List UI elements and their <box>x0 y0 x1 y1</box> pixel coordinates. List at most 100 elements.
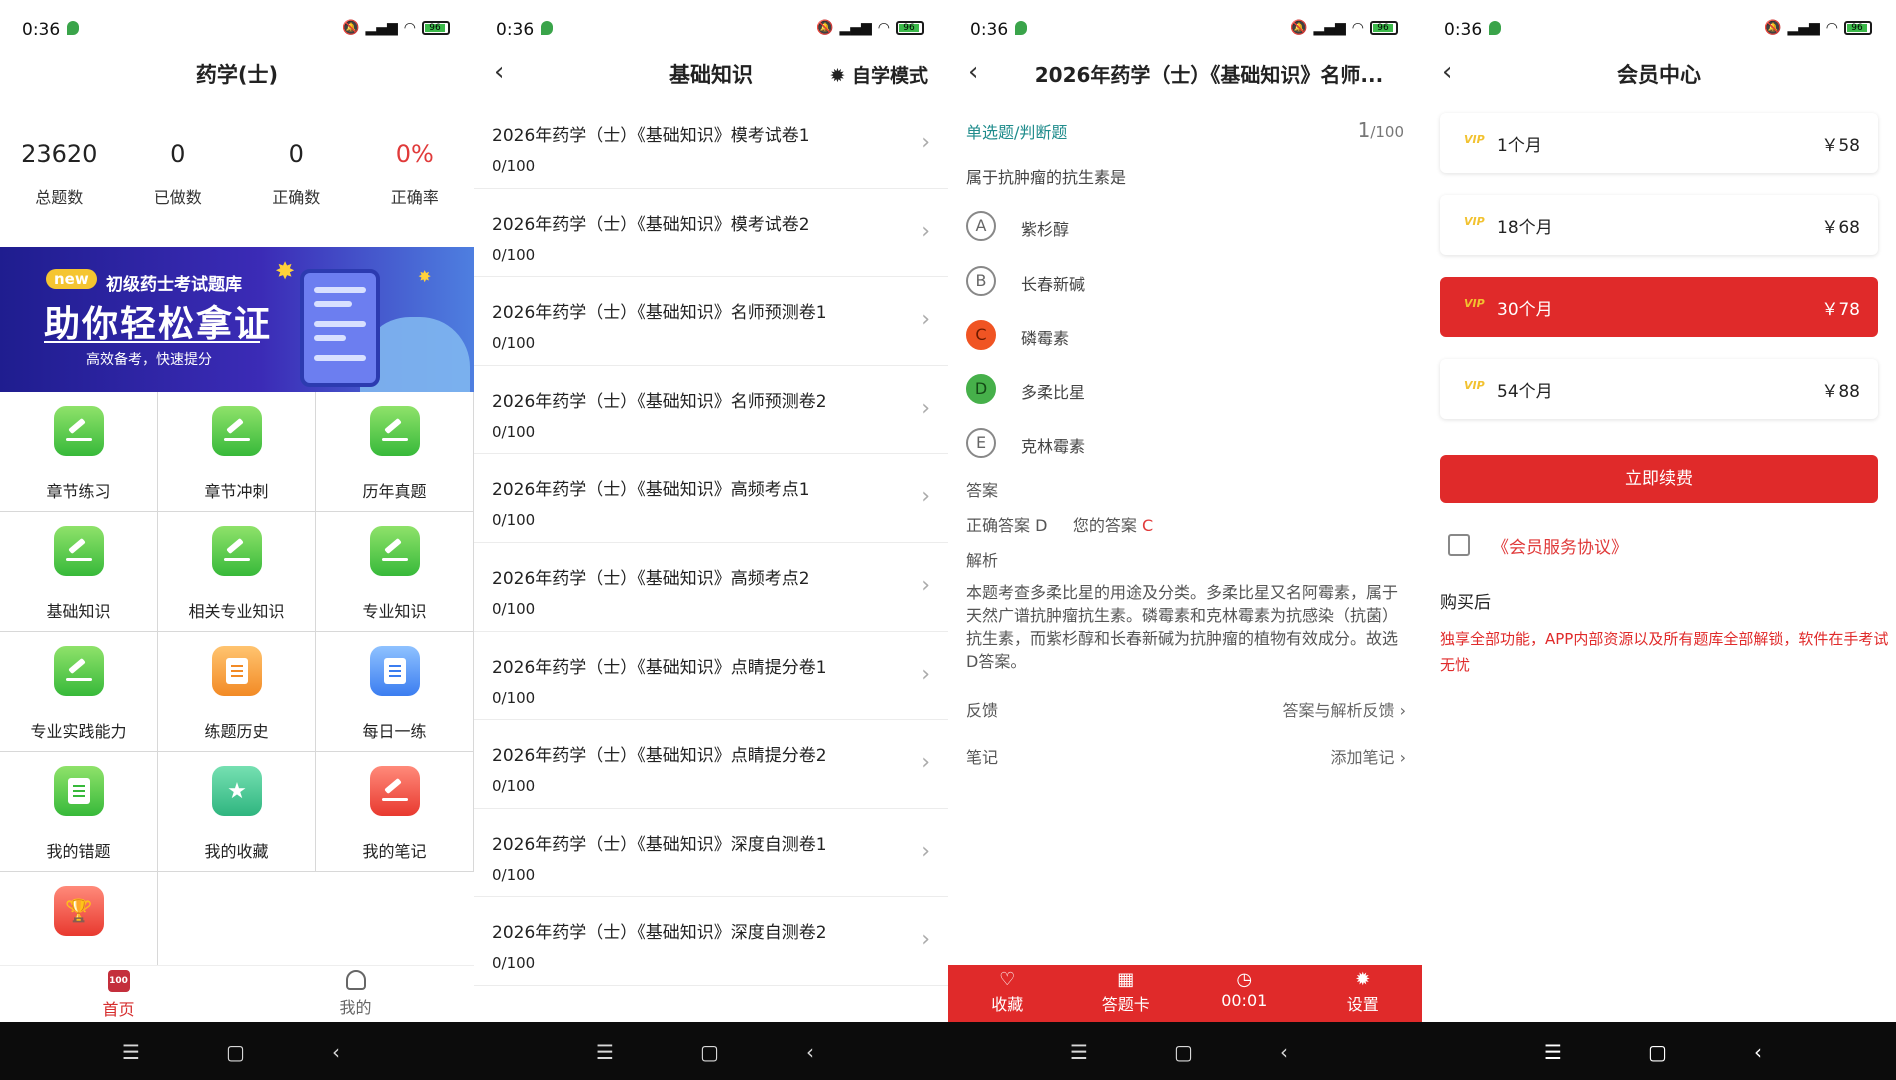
analysis-text: 本题考查多柔比星的用途及分类。多柔比星又名阿霉素，属于天然广谱抗肿瘤抗生素。磷霉… <box>966 583 1399 671</box>
tab-mine[interactable]: 我的 <box>237 970 474 1018</box>
status-time: 0:36 <box>22 20 61 40</box>
grid-item-chapter-sprint[interactable]: 章节冲刺 <box>158 392 316 512</box>
back-icon[interactable]: ‹ <box>1280 1040 1288 1064</box>
heart-icon: ♡ <box>999 969 1016 990</box>
back-icon[interactable]: ‹ <box>806 1040 814 1064</box>
stat-label: 正确率 <box>390 188 439 207</box>
grid-item-notes[interactable]: 我的笔记 <box>316 752 474 872</box>
page-title: 会员中心 <box>1617 63 1701 87</box>
question-type: 单选题/判断题 <box>966 123 1068 142</box>
grid-item-related-knowledge[interactable]: 相关专业知识 <box>158 512 316 632</box>
app-notification-icon <box>1015 21 1027 35</box>
app-notification-icon <box>541 21 553 35</box>
grid-item-label: 章节练习 <box>46 482 111 501</box>
note-row[interactable]: 笔记 添加笔记 › <box>966 744 1406 768</box>
list-item[interactable]: 2026年药学（士）《基础知识》模考试卷1 0/100 › <box>474 100 948 189</box>
item-progress: 0/100 <box>492 245 536 264</box>
list-item[interactable]: 2026年药学（士）《基础知识》点睛提分卷1 0/100 › <box>474 632 948 721</box>
timer-button[interactable]: ◷ 00:01 <box>1185 969 1304 1010</box>
grid-icon: ▦ <box>1117 969 1135 990</box>
stat-total: 23620 总题数 <box>0 140 119 208</box>
pencil-icon <box>54 406 104 456</box>
list-item[interactable]: 2026年药学（士）《基础知识》名师预测卷2 0/100 › <box>474 366 948 455</box>
header: ‹ 基础知识 ✹ 自学模式 <box>474 50 948 96</box>
tab-home[interactable]: 100 首页 <box>0 970 237 1020</box>
gear-icon: ✹ <box>1355 969 1371 990</box>
menu-icon[interactable]: ☰ <box>596 1040 614 1064</box>
option-a[interactable]: A 紫杉醇 <box>966 211 1406 243</box>
wrong-book-icon <box>54 766 104 816</box>
list-item[interactable]: 2026年药学（士）《基础知识》高频考点2 0/100 › <box>474 543 948 632</box>
mute-icon: 🔕 <box>342 20 360 36</box>
paper-list: 2026年药学（士）《基础知识》模考试卷1 0/100 › 2026年药学（士）《基… <box>474 100 948 986</box>
grid-item-wrong-questions[interactable]: 我的错题 <box>0 752 158 872</box>
home-square-icon[interactable]: ▢ <box>226 1040 245 1064</box>
plan-price: ￥78 <box>1821 300 1860 320</box>
menu-icon[interactable]: ☰ <box>1544 1040 1562 1064</box>
plan-54-months[interactable]: VIP 54个月 ￥88 <box>1440 359 1878 419</box>
option-key: E <box>966 428 996 458</box>
back-icon[interactable]: ‹ <box>1754 1040 1762 1064</box>
system-nav-bar: ☰ ▢ ‹ <box>0 1022 474 1080</box>
back-icon[interactable]: ‹ <box>332 1040 340 1064</box>
grid-item-favorites[interactable]: ★ 我的收藏 <box>158 752 316 872</box>
list-item[interactable]: 2026年药学（士）《基础知识》深度自测卷1 0/100 › <box>474 809 948 898</box>
self-study-mode-button[interactable]: ✹ 自学模式 <box>829 61 928 88</box>
plan-30-months[interactable]: VIP 30个月 ￥78 <box>1440 277 1878 337</box>
home-square-icon[interactable]: ▢ <box>1648 1040 1667 1064</box>
feedback-link[interactable]: 答案与解析反馈 › <box>1282 697 1406 721</box>
option-b[interactable]: B 长春新碱 <box>966 266 1406 298</box>
grid-item-label: 练题历史 <box>204 722 269 741</box>
promo-banner[interactable]: new 初级药士考试题库 助你轻松拿证 高效备考，快速提分 ✸ ✸ <box>0 247 474 392</box>
question-counter: 1/100 <box>1358 118 1404 142</box>
pencil-icon <box>54 526 104 576</box>
clock-icon: ◷ <box>1236 969 1253 990</box>
option-d[interactable]: D 多柔比星 <box>966 374 1406 406</box>
grid-item-past-exams[interactable]: 历年真题 <box>316 392 474 512</box>
stat-value: 0% <box>395 140 434 168</box>
home-square-icon[interactable]: ▢ <box>700 1040 719 1064</box>
list-item[interactable]: 2026年药学（士）《基础知识》深度自测卷2 0/100 › <box>474 897 948 986</box>
item-title: 2026年药学（士）《基础知识》名师预测卷2 <box>492 391 827 412</box>
question-text: 属于抗肿瘤的抗生素是 <box>966 168 1127 187</box>
option-e[interactable]: E 克林霉素 <box>966 428 1406 460</box>
answer-card-button[interactable]: ▦ 答题卡 <box>1067 969 1186 1015</box>
service-agreement-link[interactable]: 《会员服务协议》 <box>1492 533 1628 558</box>
menu-icon[interactable]: ☰ <box>1070 1040 1088 1064</box>
plan-1-month[interactable]: VIP 1个月 ￥58 <box>1440 113 1878 173</box>
grid-item-practice-ability[interactable]: 专业实践能力 <box>0 632 158 752</box>
favorite-button[interactable]: ♡ 收藏 <box>948 969 1067 1015</box>
grid-item-daily[interactable]: 每日一练 <box>316 632 474 752</box>
home-square-icon[interactable]: ▢ <box>1174 1040 1193 1064</box>
question-index: 1 <box>1357 118 1371 142</box>
add-note-link[interactable]: 添加笔记 › <box>1330 744 1406 768</box>
agreement-checkbox[interactable] <box>1448 534 1470 556</box>
renew-button[interactable]: 立即续费 <box>1440 455 1878 503</box>
menu-icon[interactable]: ☰ <box>122 1040 140 1064</box>
history-icon <box>212 646 262 696</box>
plan-18-months[interactable]: VIP 18个月 ￥68 <box>1440 195 1878 255</box>
chevron-right-icon: › <box>921 484 930 510</box>
chevron-right-icon: › <box>1399 701 1406 720</box>
settings-button[interactable]: ✹ 设置 <box>1304 969 1423 1015</box>
wifi-icon: ◠ <box>1351 20 1364 36</box>
header: ‹ 会员中心 <box>1422 50 1896 96</box>
system-nav-bar: ☰ ▢ ‹ <box>1422 1022 1896 1080</box>
vip-icon: VIP <box>1464 133 1485 146</box>
grid-item-professional-knowledge[interactable]: 专业知识 <box>316 512 474 632</box>
tab-label: 我的 <box>339 998 372 1017</box>
grid-item-history[interactable]: 练题历史 <box>158 632 316 752</box>
plan-name: 54个月 <box>1497 382 1553 402</box>
home-screen: 0:36 🔕 ▂▄▆ ◠ 96 药学(士) 23620 总题数 0 已做数 0 <box>0 0 474 1080</box>
feedback-row[interactable]: 反馈 答案与解析反馈 › <box>966 697 1406 721</box>
vip-icon: VIP <box>1464 215 1485 228</box>
grid-item-chapter-practice[interactable]: 章节练习 <box>0 392 158 512</box>
member-center-screen: 0:36 🔕 ▂▄▆ ◠ 96 ‹ 会员中心 VIP 1个月 ￥58 VIP 18个月… <box>1422 0 1896 1080</box>
list-item[interactable]: 2026年药学（士）《基础知识》高频考点1 0/100 › <box>474 454 948 543</box>
app-notification-icon <box>67 21 79 35</box>
list-item[interactable]: 2026年药学（士）《基础知识》名师预测卷1 0/100 › <box>474 277 948 366</box>
list-item[interactable]: 2026年药学（士）《基础知识》点睛提分卷2 0/100 › <box>474 720 948 809</box>
option-c[interactable]: C 磷霉素 <box>966 320 1406 352</box>
list-item[interactable]: 2026年药学（士）《基础知识》模考试卷2 0/100 › <box>474 189 948 278</box>
grid-item-basic-knowledge[interactable]: 基础知识 <box>0 512 158 632</box>
